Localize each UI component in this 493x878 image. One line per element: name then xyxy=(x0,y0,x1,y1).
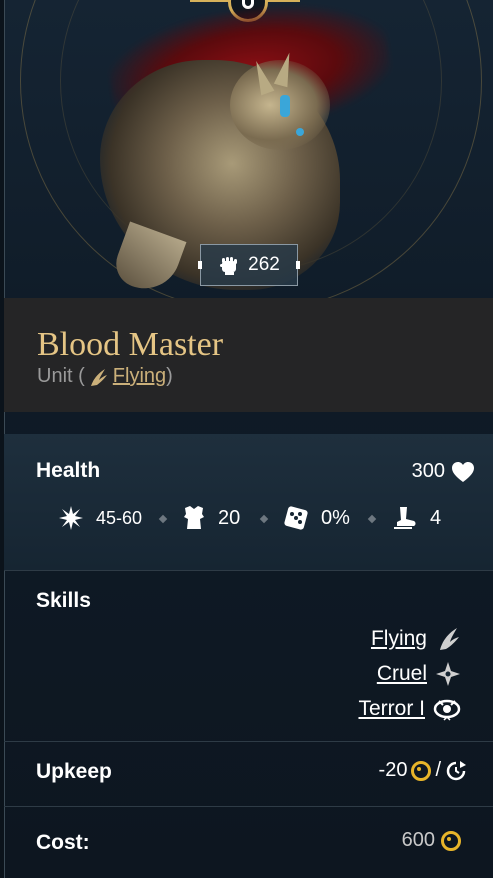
cost-value: 600 xyxy=(401,829,435,851)
gold-coin-icon xyxy=(441,830,461,851)
unit-type: Unit ( Flying ) xyxy=(37,365,173,388)
power-value: 262 xyxy=(248,254,280,275)
eye-icon xyxy=(433,699,461,721)
wing-icon xyxy=(90,368,107,386)
upkeep-separator: / xyxy=(435,759,441,781)
fist-icon xyxy=(220,257,238,275)
upkeep-value: -20 xyxy=(378,759,408,781)
title-block: Blood Master Unit ( Flying ) xyxy=(4,298,493,412)
movement-stat: 4 xyxy=(392,505,441,531)
dice-icon xyxy=(284,506,308,530)
skill-name[interactable]: Flying xyxy=(371,627,427,651)
boot-icon xyxy=(394,507,416,529)
armor-value: 20 xyxy=(218,506,241,529)
unit-card: 262 Blood Master Unit ( Flying ) Health … xyxy=(0,0,493,878)
accuracy-value: 0% xyxy=(321,506,350,529)
cost-value-group: 600 xyxy=(402,829,461,852)
unit-type-suffix: ) xyxy=(166,365,173,387)
wing-icon xyxy=(440,628,459,650)
gold-coin-icon xyxy=(411,760,432,781)
skill-cruel[interactable]: Cruel xyxy=(377,661,461,687)
unit-type-link[interactable]: Flying xyxy=(113,365,166,388)
health-label: Health xyxy=(36,459,101,482)
health-value-group: 300 xyxy=(412,460,475,483)
divider xyxy=(4,570,493,571)
divider xyxy=(4,806,493,807)
damage-stat: 45-60 xyxy=(58,505,142,531)
heart-icon xyxy=(452,461,474,482)
upkeep-label: Upkeep xyxy=(36,760,112,783)
unit-name: Blood Master xyxy=(37,326,224,363)
skills-label: Skills xyxy=(36,589,91,612)
accuracy-stat: 0% xyxy=(283,505,350,531)
health-value: 300 xyxy=(411,460,445,482)
power-badge: 262 xyxy=(198,244,300,286)
armor-stat: 20 xyxy=(182,505,240,531)
shuriken-icon xyxy=(436,662,460,686)
skill-name[interactable]: Cruel xyxy=(377,662,427,686)
skill-name[interactable]: Terror I xyxy=(358,697,425,721)
cost-label: Cost: xyxy=(36,831,90,854)
unit-eye xyxy=(280,95,290,117)
skill-flying[interactable]: Flying xyxy=(371,626,461,652)
burst-icon xyxy=(59,506,83,530)
armor-icon xyxy=(184,506,204,529)
upkeep-value-group: -20 / xyxy=(379,759,467,782)
damage-value: 45-60 xyxy=(96,507,143,528)
health-panel xyxy=(4,434,493,570)
skill-terror[interactable]: Terror I xyxy=(358,696,461,722)
movement-value: 4 xyxy=(430,506,442,529)
unit-type-prefix: Unit ( xyxy=(37,365,85,387)
turn-cycle-icon xyxy=(446,760,466,780)
unit-eye xyxy=(296,128,304,136)
divider xyxy=(4,741,493,742)
